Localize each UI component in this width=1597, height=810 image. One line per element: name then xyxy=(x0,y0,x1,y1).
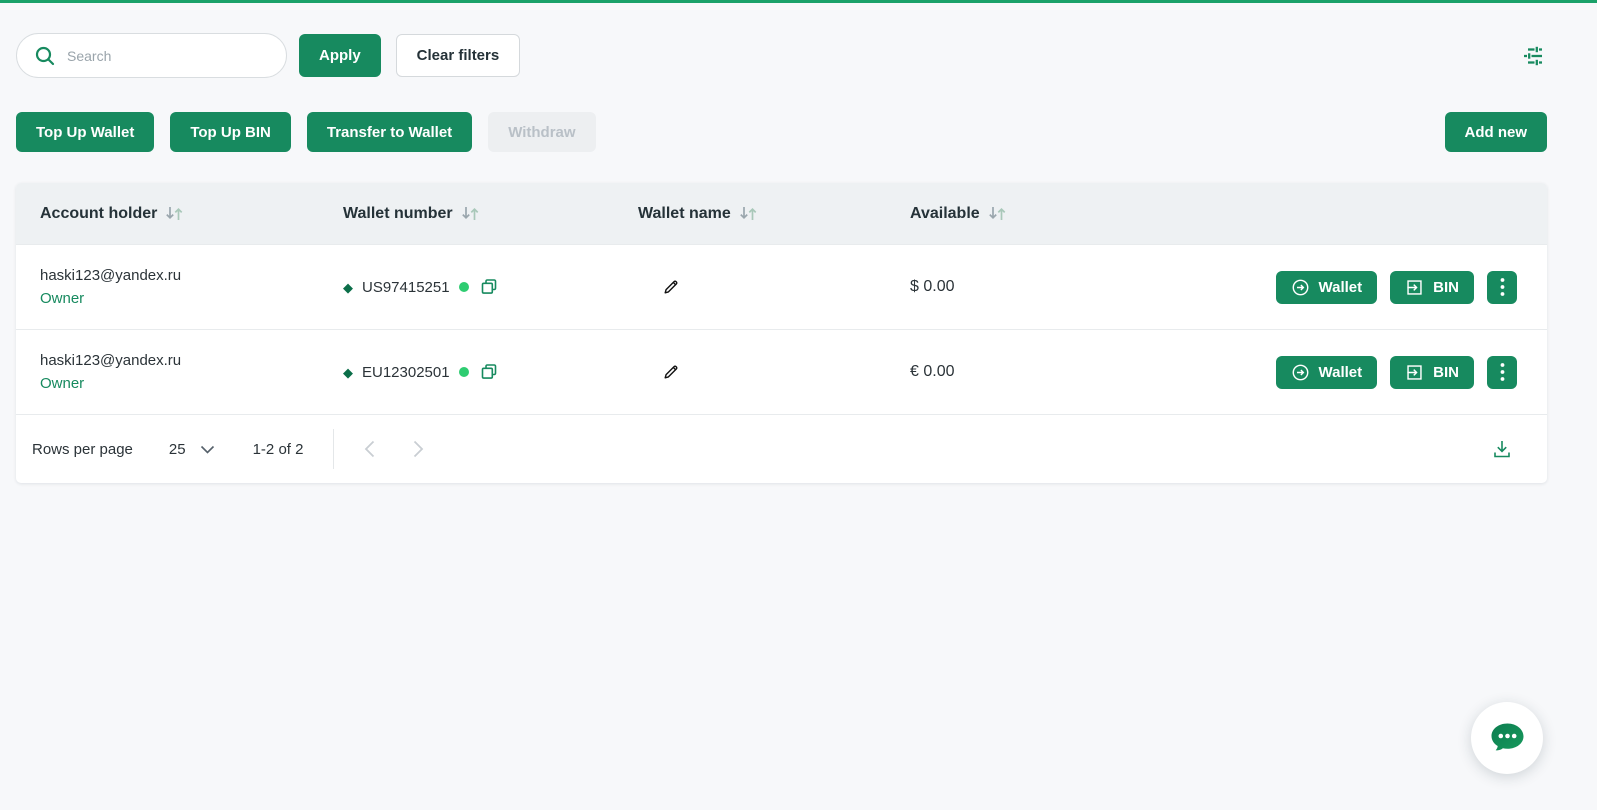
top-accent-bar xyxy=(0,0,1597,3)
add-new-button[interactable]: Add new xyxy=(1445,112,1548,152)
kebab-icon xyxy=(1500,277,1505,297)
account-holder-role: Owner xyxy=(40,290,343,307)
sort-icon xyxy=(461,206,480,221)
copy-icon xyxy=(480,278,498,296)
column-header-wallet-number[interactable]: Wallet number xyxy=(343,205,638,223)
wallet-button-label: Wallet xyxy=(1319,364,1363,381)
column-label: Wallet name xyxy=(638,205,731,223)
chevron-down-icon xyxy=(200,445,215,454)
account-holder-role: Owner xyxy=(40,375,343,392)
sort-icon xyxy=(739,206,758,221)
column-header-account-holder[interactable]: Account holder xyxy=(40,205,343,223)
column-label: Account holder xyxy=(40,205,157,223)
row-menu-button[interactable] xyxy=(1487,271,1517,304)
wallet-number: EU12302501 xyxy=(362,364,450,381)
wallet-type-diamond-icon: ◆ xyxy=(343,366,353,379)
bin-button[interactable]: BIN xyxy=(1390,356,1474,389)
edit-wallet-name-button[interactable] xyxy=(660,361,682,383)
kebab-icon xyxy=(1500,362,1505,382)
arrow-circle-right-icon xyxy=(1291,363,1310,382)
chat-support-button[interactable] xyxy=(1471,702,1543,774)
sort-icon xyxy=(988,206,1007,221)
sliders-icon xyxy=(1521,44,1545,68)
wallet-button[interactable]: Wallet xyxy=(1276,356,1378,389)
next-page-button[interactable] xyxy=(401,434,436,464)
column-label: Wallet number xyxy=(343,205,453,223)
wallet-name-cell xyxy=(638,276,910,298)
clear-filters-button[interactable]: Clear filters xyxy=(396,34,521,77)
apply-button[interactable]: Apply xyxy=(299,34,381,77)
wallet-number-cell: ◆ EU12302501 xyxy=(343,361,638,383)
wallet-name-cell xyxy=(638,361,910,383)
chevron-right-icon xyxy=(413,440,424,458)
sort-icon xyxy=(165,206,184,221)
status-dot-icon xyxy=(459,282,469,292)
chevron-left-icon xyxy=(364,440,375,458)
pencil-icon xyxy=(662,363,680,381)
wallet-button-label: Wallet xyxy=(1319,279,1363,296)
row-menu-button[interactable] xyxy=(1487,356,1517,389)
column-label: Available xyxy=(910,205,980,223)
account-holder-email: haski123@yandex.ru xyxy=(40,267,343,284)
account-holder-cell: haski123@yandex.ru Owner xyxy=(40,352,343,392)
copy-wallet-number-button[interactable] xyxy=(478,361,500,383)
transfer-to-wallet-button[interactable]: Transfer to Wallet xyxy=(307,112,472,152)
status-dot-icon xyxy=(459,367,469,377)
top-up-wallet-button[interactable]: Top Up Wallet xyxy=(16,112,154,152)
chat-bubble-icon xyxy=(1486,717,1528,759)
search-input[interactable] xyxy=(67,48,272,64)
search-box[interactable] xyxy=(16,33,287,78)
rows-per-page-select[interactable]: 25 xyxy=(169,441,215,458)
pagination-bar: Rows per page 25 1-2 of 2 xyxy=(16,414,1547,483)
table-row: haski123@yandex.ru Owner ◆ EU12302501 xyxy=(16,329,1547,414)
available-amount: € 0.00 xyxy=(910,363,1276,381)
wallets-table: Account holder Wallet number Wallet name xyxy=(16,183,1547,483)
account-holder-cell: haski123@yandex.ru Owner xyxy=(40,267,343,307)
rows-per-page-value: 25 xyxy=(169,441,186,458)
copy-wallet-number-button[interactable] xyxy=(478,276,500,298)
bin-button-label: BIN xyxy=(1433,364,1459,381)
table-row: haski123@yandex.ru Owner ◆ US97415251 xyxy=(16,244,1547,329)
pencil-icon xyxy=(662,278,680,296)
table-header-row: Account holder Wallet number Wallet name xyxy=(16,183,1547,244)
withdraw-button: Withdraw xyxy=(488,112,595,152)
actions-bar: Top Up Wallet Top Up BIN Transfer to Wal… xyxy=(16,112,1547,152)
wallet-number-cell: ◆ US97415251 xyxy=(343,276,638,298)
previous-page-button[interactable] xyxy=(352,434,387,464)
copy-icon xyxy=(480,363,498,381)
column-header-available[interactable]: Available xyxy=(910,205,1517,223)
search-icon xyxy=(33,44,57,68)
available-amount: $ 0.00 xyxy=(910,278,1276,296)
wallet-type-diamond-icon: ◆ xyxy=(343,281,353,294)
download-button[interactable] xyxy=(1487,434,1517,464)
filter-bar: Apply Clear filters xyxy=(16,33,1547,78)
column-header-wallet-name[interactable]: Wallet name xyxy=(638,205,910,223)
wallet-number: US97415251 xyxy=(362,279,450,296)
wallet-button[interactable]: Wallet xyxy=(1276,271,1378,304)
pagination-range: 1-2 of 2 xyxy=(253,441,304,458)
row-actions: Wallet BIN xyxy=(1276,356,1517,389)
edit-wallet-name-button[interactable] xyxy=(660,276,682,298)
bin-button-label: BIN xyxy=(1433,279,1459,296)
arrow-square-right-icon xyxy=(1405,278,1424,297)
arrow-square-right-icon xyxy=(1405,363,1424,382)
account-holder-email: haski123@yandex.ru xyxy=(40,352,343,369)
row-actions: Wallet BIN xyxy=(1276,271,1517,304)
arrow-circle-right-icon xyxy=(1291,278,1310,297)
top-up-bin-button[interactable]: Top Up BIN xyxy=(170,112,291,152)
filter-settings-button[interactable] xyxy=(1519,42,1547,70)
download-icon xyxy=(1491,438,1513,460)
divider xyxy=(333,429,334,469)
rows-per-page-label: Rows per page xyxy=(32,441,133,458)
bin-button[interactable]: BIN xyxy=(1390,271,1474,304)
